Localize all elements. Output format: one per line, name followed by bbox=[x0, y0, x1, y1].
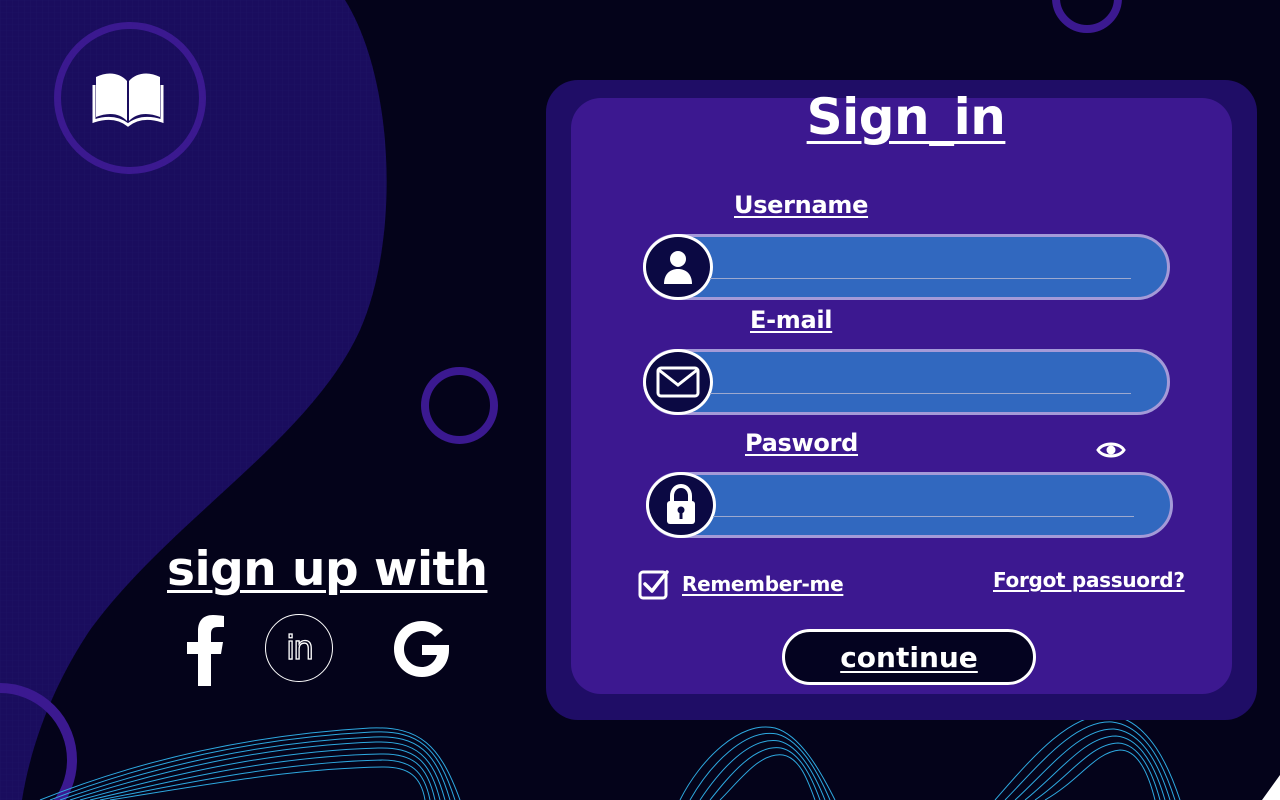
remember-me-checkbox[interactable] bbox=[638, 568, 670, 600]
signin-title: Sign_in bbox=[806, 88, 1006, 146]
signup-title: sign up with bbox=[167, 542, 488, 597]
linkedin-icon[interactable]: in bbox=[265, 614, 333, 682]
mail-icon bbox=[643, 349, 713, 415]
facebook-icon[interactable] bbox=[184, 614, 226, 686]
logo bbox=[54, 22, 206, 174]
lock-icon bbox=[646, 472, 716, 538]
google-icon[interactable] bbox=[389, 616, 455, 682]
username-label: Username bbox=[734, 191, 869, 219]
username-input[interactable] bbox=[710, 253, 1131, 279]
email-input[interactable] bbox=[710, 368, 1131, 394]
password-label: Pasword bbox=[745, 429, 859, 457]
email-label: E-mail bbox=[750, 306, 833, 334]
email-field bbox=[643, 349, 1170, 415]
open-book-icon bbox=[92, 73, 164, 127]
password-field bbox=[646, 472, 1173, 538]
username-field bbox=[643, 234, 1170, 300]
decorative-ring bbox=[421, 367, 498, 444]
remember-me-label[interactable]: Remember-me bbox=[682, 572, 844, 596]
linkedin-glyph: in bbox=[285, 627, 314, 667]
password-input[interactable] bbox=[713, 491, 1134, 517]
user-icon bbox=[643, 234, 713, 300]
continue-button[interactable]: continue bbox=[782, 629, 1036, 685]
eye-icon[interactable] bbox=[1096, 437, 1126, 463]
forgot-password-link[interactable]: Forgot passuord? bbox=[993, 568, 1185, 592]
remember-me-row: Remember-me bbox=[638, 568, 844, 600]
